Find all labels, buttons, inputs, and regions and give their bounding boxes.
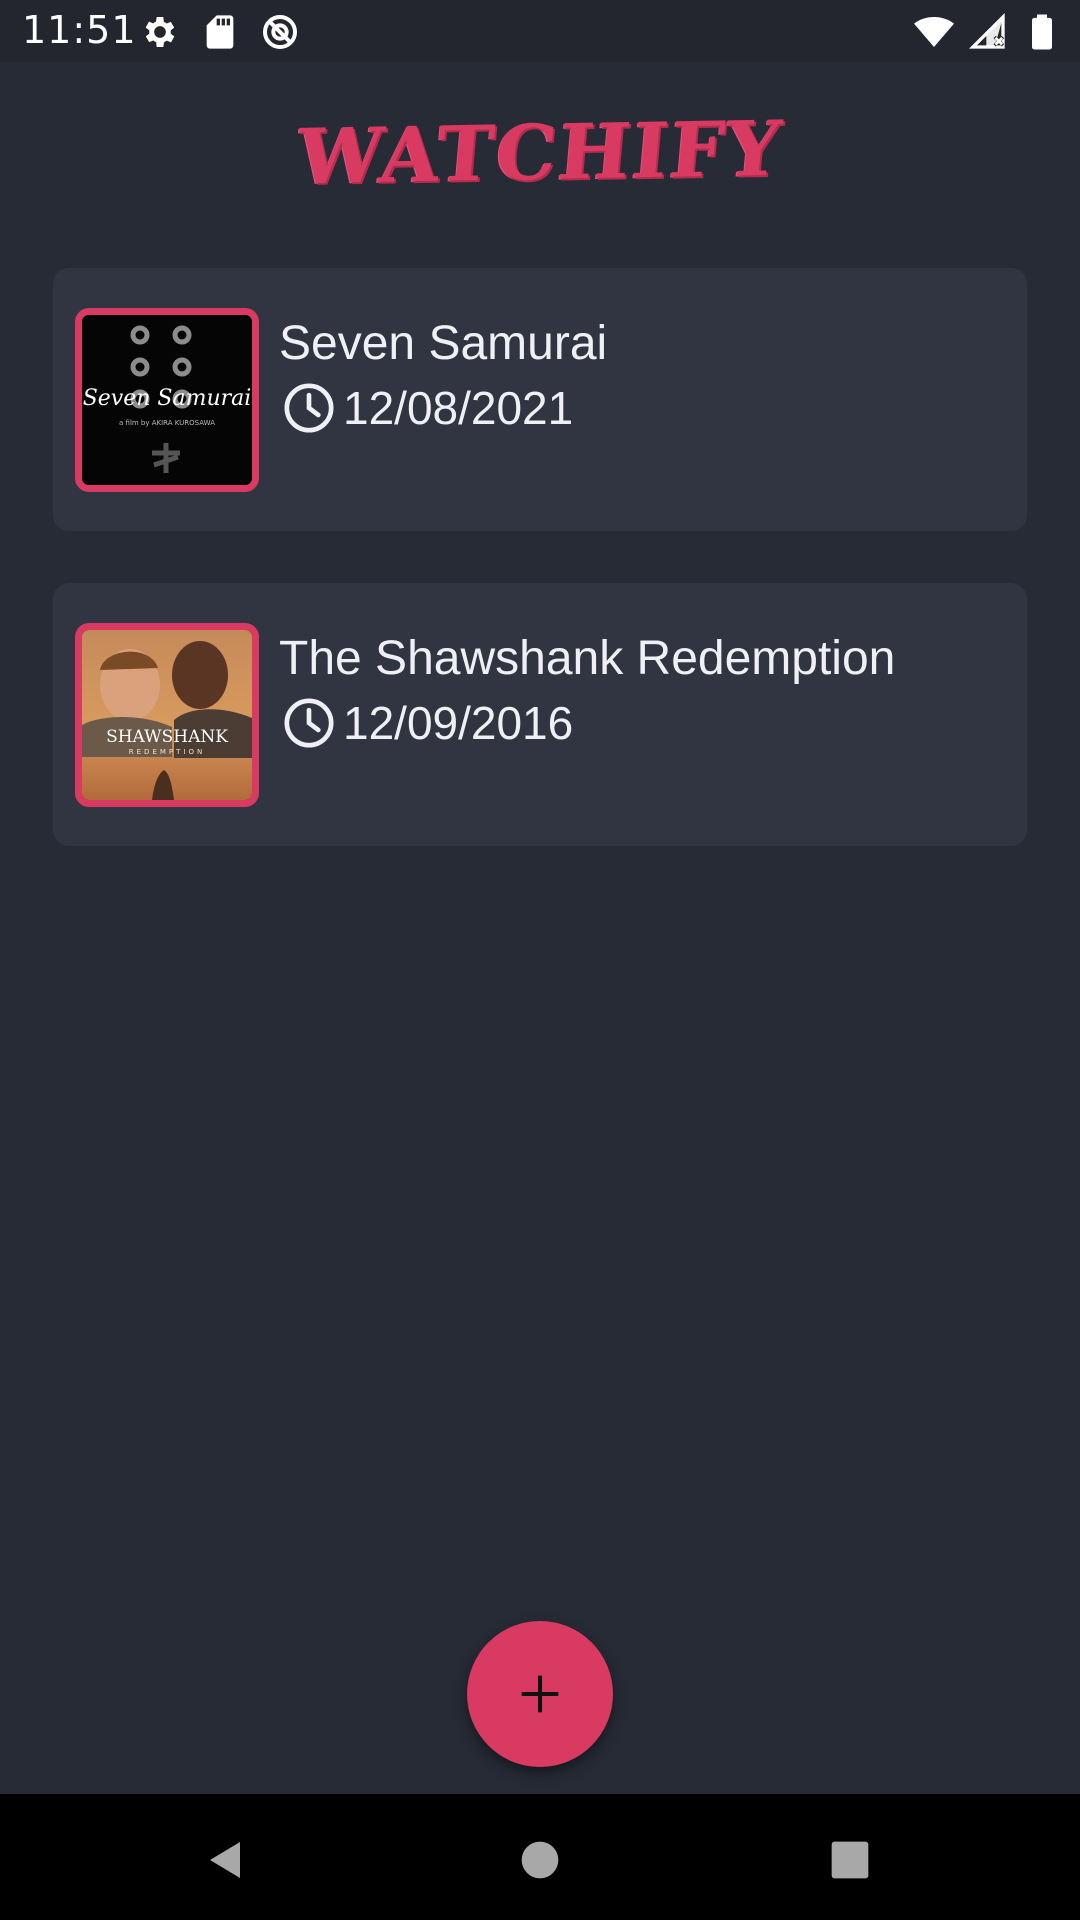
recents-icon: [831, 1841, 869, 1879]
signal-icon: [968, 12, 1005, 49]
movie-date-row: 12/09/2016: [281, 695, 573, 751]
back-button[interactable]: [196, 1830, 256, 1890]
home-icon: [521, 1841, 559, 1879]
plus-icon: [521, 1675, 559, 1713]
movie-date: 12/09/2016: [343, 697, 574, 749]
app-header: WATCHIFY: [0, 62, 1080, 242]
poster-sub-lettering: a film by AKIRA KUROSAWA: [119, 419, 215, 427]
app-logo: WATCHIFY: [293, 103, 787, 201]
gear-icon: [145, 17, 175, 47]
system-nav-bar: [0, 1794, 1080, 1920]
status-icons-left: [140, 12, 300, 52]
add-movie-button[interactable]: [467, 1621, 613, 1767]
movie-poster: SHAWSHANK REDEMPTION: [75, 623, 259, 807]
sd-card-icon: [206, 15, 234, 49]
back-icon: [210, 1842, 240, 1878]
no-data-icon: [263, 15, 297, 49]
movie-date-row: 12/08/2021: [281, 380, 573, 436]
movie-card[interactable]: SHAWSHANK REDEMPTION The Shawshank Redem…: [53, 583, 1027, 846]
status-icons-right: [914, 12, 1062, 52]
recents-button[interactable]: [820, 1830, 880, 1890]
home-button[interactable]: [510, 1830, 570, 1890]
shawshank-poster-image: SHAWSHANK REDEMPTION: [82, 630, 252, 800]
battery-icon: [1032, 14, 1052, 50]
wifi-icon: [914, 17, 954, 47]
poster-sub-lettering: REDEMPTION: [129, 748, 205, 756]
seven-samurai-poster-image: Seven Samurai a film by AKIRA KUROSAWA: [82, 315, 252, 485]
status-bar: 11:51: [0, 0, 1080, 62]
poster-lettering: SHAWSHANK: [106, 727, 228, 747]
clock-icon: [284, 383, 334, 433]
movie-title: The Shawshank Redemption: [279, 632, 896, 685]
poster-lettering: Seven Samurai: [83, 386, 252, 411]
status-time: 11:51: [22, 8, 137, 52]
clock-icon: [284, 698, 334, 748]
movie-date: 12/08/2021: [343, 382, 574, 434]
movie-card[interactable]: Seven Samurai a film by AKIRA KUROSAWA S…: [53, 268, 1027, 531]
movie-poster: Seven Samurai a film by AKIRA KUROSAWA: [75, 308, 259, 492]
movie-title: Seven Samurai: [279, 317, 608, 370]
movie-list: Seven Samurai a film by AKIRA KUROSAWA S…: [53, 268, 1027, 898]
